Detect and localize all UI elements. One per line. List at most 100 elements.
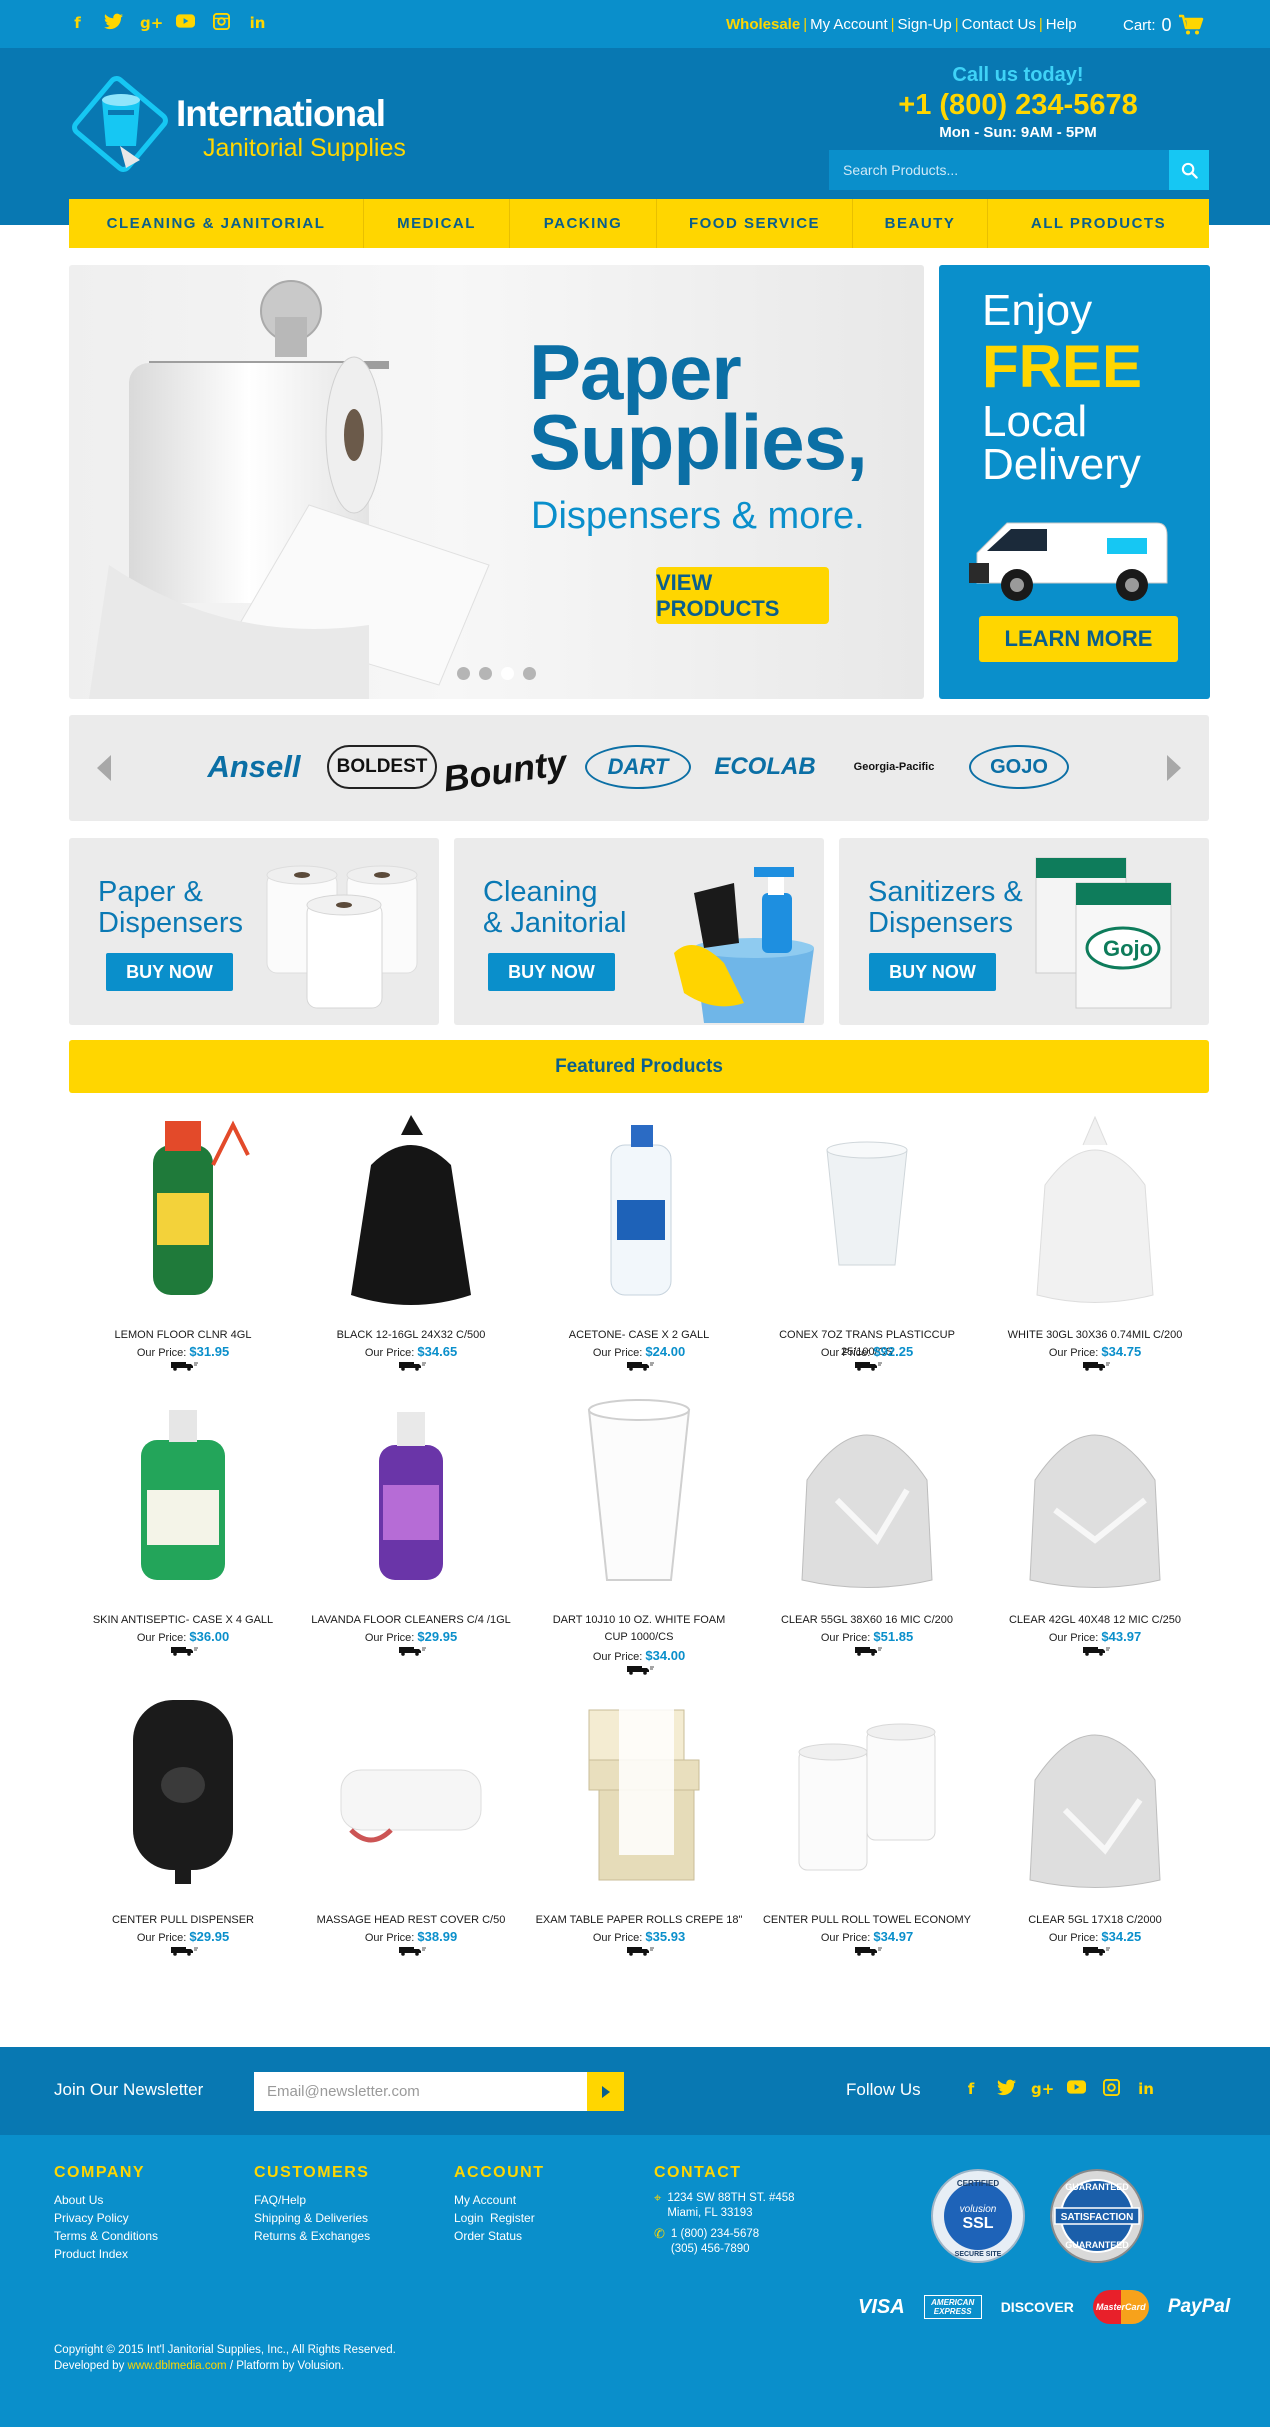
- brand-ansell[interactable]: Ansell: [199, 745, 309, 789]
- buy-now-button[interactable]: BUY NOW: [488, 953, 615, 991]
- google-plus-icon[interactable]: g+: [1031, 2079, 1054, 2099]
- view-products-button[interactable]: VIEW PRODUCTS: [656, 567, 829, 624]
- returns-link[interactable]: Returns & Exchanges: [254, 2227, 370, 2245]
- order-status-link[interactable]: Order Status: [454, 2227, 545, 2245]
- newsletter-email-input[interactable]: [254, 2072, 587, 2111]
- product-image[interactable]: [331, 1105, 491, 1305]
- product-name[interactable]: CLEAR 42GL 40X48 12 MIC C/250: [981, 1612, 1209, 1629]
- brand-dart[interactable]: DART: [585, 745, 691, 789]
- nav-medical[interactable]: MEDICAL: [364, 199, 510, 248]
- product-image[interactable]: [559, 1105, 719, 1305]
- product-card[interactable]: LAVANDA FLOOR CLEANERS C/4 /1GL Our Price…: [297, 1390, 525, 1656]
- product-card[interactable]: BLACK 12-16GL 24X32 C/500 Our Price: $34.…: [297, 1105, 525, 1371]
- slider-dot-active[interactable]: [501, 667, 514, 680]
- my-account-link[interactable]: My Account: [810, 16, 888, 33]
- carousel-prev-arrow[interactable]: [97, 755, 111, 781]
- product-card[interactable]: LEMON FLOOR CLNR 4GL Our Price: $31.95: [69, 1105, 297, 1371]
- linkedin-icon[interactable]: in: [1136, 2079, 1156, 2099]
- product-image[interactable]: [331, 1690, 491, 1890]
- youtube-icon[interactable]: [1066, 2079, 1086, 2099]
- product-card[interactable]: DART 10J10 10 OZ. WHITE FOAM CUP 1000/CS…: [525, 1390, 753, 1675]
- product-image[interactable]: [559, 1390, 719, 1590]
- login-link[interactable]: Login: [454, 2211, 483, 2225]
- product-image[interactable]: [1015, 1105, 1175, 1305]
- product-name[interactable]: CLEAR 5GL 17X18 C/2000: [981, 1912, 1209, 1929]
- product-card[interactable]: MASSAGE HEAD REST COVER C/50 Our Price: $…: [297, 1690, 525, 1956]
- product-name[interactable]: WHITE 30GL 30X36 0.74MIL C/200: [981, 1327, 1209, 1344]
- product-name[interactable]: EXAM TABLE PAPER ROLLS CREPE 18": [525, 1912, 753, 1929]
- nav-beauty[interactable]: BEAUTY: [853, 199, 988, 248]
- slider-dot[interactable]: [479, 667, 492, 680]
- product-image[interactable]: [103, 1390, 263, 1590]
- slider-dot[interactable]: [523, 667, 536, 680]
- category-sanitizers-dispensers[interactable]: Sanitizers & Dispensers BUY NOW Gojo: [839, 838, 1209, 1025]
- product-name[interactable]: MASSAGE HEAD REST COVER C/50: [297, 1912, 525, 1929]
- product-card[interactable]: CLEAR 5GL 17X18 C/2000 Our Price: $34.25: [981, 1690, 1209, 1956]
- privacy-policy-link[interactable]: Privacy Policy: [54, 2209, 158, 2227]
- wholesale-link[interactable]: Wholesale: [726, 16, 800, 33]
- instagram-icon[interactable]: [1101, 2079, 1121, 2099]
- product-name[interactable]: CENTER PULL ROLL TOWEL ECONOMY: [753, 1912, 981, 1929]
- brand-gojo[interactable]: GOJO: [969, 745, 1069, 789]
- product-name[interactable]: LEMON FLOOR CLNR 4GL: [69, 1327, 297, 1344]
- category-cleaning-janitorial[interactable]: Cleaning & Janitorial BUY NOW: [454, 838, 824, 1025]
- product-name[interactable]: CENTER PULL DISPENSER: [69, 1912, 297, 1929]
- buy-now-button[interactable]: BUY NOW: [869, 953, 996, 991]
- product-index-link[interactable]: Product Index: [54, 2245, 158, 2263]
- product-card[interactable]: ACETONE- CASE X 2 GALL Our Price: $24.00: [525, 1105, 753, 1371]
- product-name[interactable]: ACETONE- CASE X 2 GALL: [525, 1327, 753, 1344]
- newsletter-submit-button[interactable]: [587, 2072, 624, 2111]
- brand-boldest[interactable]: BOLDEST: [327, 745, 437, 789]
- signup-link[interactable]: Sign-Up: [898, 16, 952, 33]
- faq-help-link[interactable]: FAQ/Help: [254, 2191, 370, 2209]
- product-image[interactable]: [559, 1690, 719, 1890]
- search-input[interactable]: [829, 150, 1169, 190]
- product-image[interactable]: [787, 1390, 947, 1590]
- product-card[interactable]: WHITE 30GL 30X36 0.74MIL C/200 Our Price:…: [981, 1105, 1209, 1371]
- product-image[interactable]: [1015, 1390, 1175, 1590]
- site-logo[interactable]: International Janitorial Supplies: [68, 76, 418, 180]
- product-name[interactable]: LAVANDA FLOOR CLEANERS C/4 /1GL: [297, 1612, 525, 1629]
- product-name[interactable]: CLEAR 55GL 38X60 16 MIC C/200: [753, 1612, 981, 1629]
- footer-my-account-link[interactable]: My Account: [454, 2191, 545, 2209]
- google-plus-icon[interactable]: g+: [140, 13, 163, 33]
- help-link[interactable]: Help: [1046, 16, 1077, 33]
- product-card[interactable]: CLEAR 55GL 38X60 16 MIC C/200 Our Price: …: [753, 1390, 981, 1656]
- product-card[interactable]: EXAM TABLE PAPER ROLLS CREPE 18" Our Pric…: [525, 1690, 753, 1956]
- brand-ecolab[interactable]: ECOLAB: [711, 745, 819, 789]
- twitter-icon[interactable]: [996, 2079, 1016, 2099]
- free-delivery-promo[interactable]: Enjoy FREE Local Delivery LEARN MORE: [939, 265, 1210, 699]
- cart-link[interactable]: Cart: 0: [1123, 14, 1204, 36]
- instagram-icon[interactable]: [212, 13, 231, 33]
- facebook-icon[interactable]: f: [961, 2079, 981, 2099]
- terms-link[interactable]: Terms & Conditions: [54, 2227, 158, 2245]
- carousel-next-arrow[interactable]: [1167, 755, 1181, 781]
- youtube-icon[interactable]: [176, 13, 195, 33]
- product-image[interactable]: [103, 1105, 263, 1305]
- product-card[interactable]: SKIN ANTISEPTIC- CASE X 4 GALL Our Price:…: [69, 1390, 297, 1656]
- category-paper-dispensers[interactable]: Paper & Dispensers BUY NOW: [69, 838, 439, 1025]
- product-image[interactable]: [103, 1690, 263, 1890]
- product-image[interactable]: [787, 1690, 947, 1890]
- product-card[interactable]: CONEX 7OZ TRANS PLASTICCUP 25/100/CS Our …: [753, 1105, 981, 1371]
- product-card[interactable]: CENTER PULL ROLL TOWEL ECONOMY Our Price:…: [753, 1690, 981, 1956]
- product-image[interactable]: [787, 1105, 947, 1305]
- linkedin-icon[interactable]: in: [248, 13, 267, 33]
- buy-now-button[interactable]: BUY NOW: [106, 953, 233, 991]
- hero-slider[interactable]: Paper Supplies, Dispensers & more. VIEW …: [69, 265, 924, 699]
- register-link[interactable]: Register: [490, 2211, 535, 2225]
- shipping-link[interactable]: Shipping & Deliveries: [254, 2209, 370, 2227]
- twitter-icon[interactable]: [104, 13, 123, 33]
- product-image[interactable]: [331, 1390, 491, 1590]
- slider-dot[interactable]: [457, 667, 470, 680]
- product-card[interactable]: CLEAR 42GL 40X48 12 MIC C/250 Our Price: …: [981, 1390, 1209, 1656]
- developer-link[interactable]: www.dblmedia.com: [128, 2360, 227, 2372]
- product-name[interactable]: SKIN ANTISEPTIC- CASE X 4 GALL: [69, 1612, 297, 1629]
- about-us-link[interactable]: About Us: [54, 2191, 158, 2209]
- nav-all-products[interactable]: ALL PRODUCTS: [988, 199, 1209, 248]
- contact-us-link[interactable]: Contact Us: [962, 16, 1036, 33]
- brand-bounty[interactable]: Bounty: [441, 734, 569, 807]
- nav-food-service[interactable]: FOOD SERVICE: [657, 199, 853, 248]
- search-button[interactable]: [1169, 150, 1209, 190]
- product-name[interactable]: DART 10J10 10 OZ. WHITE FOAM CUP 1000/CS: [549, 1612, 729, 1646]
